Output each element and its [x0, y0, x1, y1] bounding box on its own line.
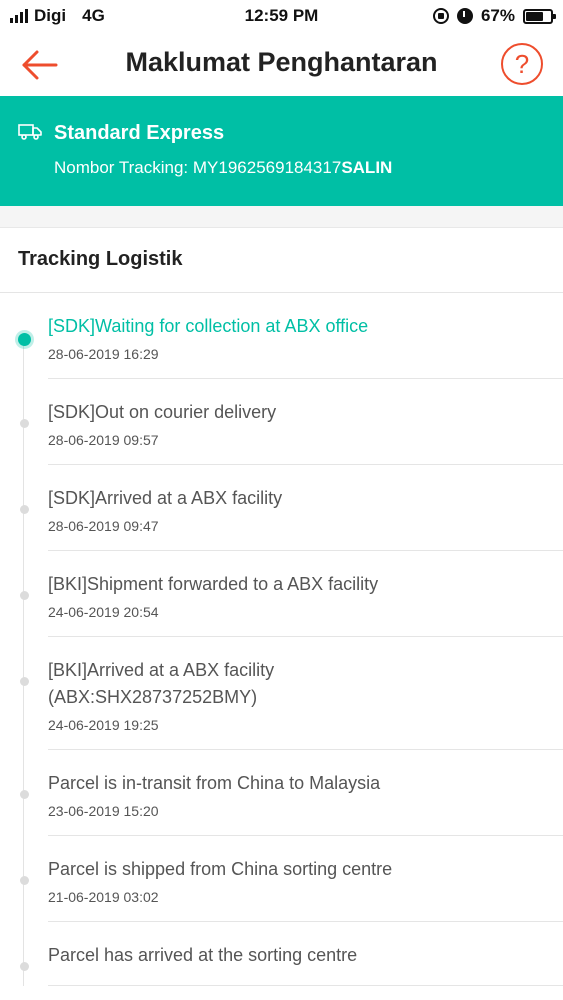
shipping-service-name: Standard Express	[54, 122, 225, 144]
event-status: Parcel has arrived at the sorting centre	[48, 945, 358, 965]
network-type: 4G	[82, 6, 105, 25]
tracking-label: Nombor Tracking:	[54, 158, 193, 177]
timeline-dot-active-icon	[18, 333, 31, 346]
status-right: 67%	[432, 6, 556, 26]
timeline-dot-icon	[20, 505, 29, 514]
logistics-section-title: Tracking Logistik	[18, 248, 183, 270]
timeline-event: [SDK]Waiting for collection at ABX offic…	[18, 293, 563, 379]
event-status: [BKI]Shipment forwarded to a ABX facilit…	[48, 574, 379, 594]
page-title: Maklumat Penghantaran	[125, 47, 438, 77]
timeline-event: Parcel is shipped from China sorting cen…	[20, 836, 563, 922]
battery-icon	[523, 8, 556, 24]
timeline-dot-icon	[20, 419, 29, 428]
status-left: Digi 4G	[10, 6, 105, 26]
timeline-event: [BKI]Shipment forwarded to a ABX facilit…	[20, 551, 563, 637]
status-bar: Digi 4G 12:59 PM 67%	[0, 0, 563, 34]
event-time: 21-06-2019 03:02	[48, 889, 159, 905]
event-status: [SDK]Waiting for collection at ABX offic…	[48, 316, 369, 336]
alarm-icon	[456, 8, 473, 24]
timeline-dot-icon	[20, 962, 29, 971]
event-status: Parcel is in-transit from China to Malay…	[48, 773, 381, 793]
event-time: 23-06-2019 15:20	[48, 803, 159, 819]
tracking-timeline: [SDK]Waiting for collection at ABX offic…	[0, 293, 563, 986]
timeline-dot-icon	[20, 876, 29, 885]
timeline-dot-icon	[20, 591, 29, 600]
event-time: 28-06-2019 09:47	[48, 518, 159, 534]
event-time: 28-06-2019 16:29	[48, 346, 159, 362]
battery-fill	[526, 11, 543, 21]
timeline-event: [BKI]Arrived at a ABX facility (ABX:SHX2…	[20, 637, 563, 750]
back-arrow-icon	[22, 50, 58, 80]
event-status: Parcel is shipped from China sorting cen…	[48, 859, 393, 879]
event-time: 24-06-2019 20:54	[48, 604, 159, 620]
carrier-name: Digi	[34, 6, 67, 25]
app-header: Maklumat Penghantaran ?	[0, 34, 563, 96]
section-separator	[0, 206, 563, 228]
event-status: [BKI]Arrived at a ABX facility (ABX:SHX2…	[48, 660, 275, 707]
orientation-lock-icon	[432, 8, 449, 24]
timeline-event: Parcel has arrived at the sorting centre	[20, 922, 563, 986]
timeline-event: [SDK]Out on courier delivery 28-06-2019 0…	[20, 379, 563, 465]
back-button[interactable]	[20, 46, 60, 84]
timeline-line	[23, 338, 24, 986]
battery-percent: 67%	[480, 6, 515, 25]
truck-icon	[18, 124, 42, 140]
event-status: [SDK]Arrived at a ABX facility	[48, 488, 283, 508]
timeline-dot-icon	[20, 677, 29, 686]
tracking-number: MY1962569184317	[192, 158, 342, 177]
timeline-event: Parcel is in-transit from China to Malay…	[20, 750, 563, 836]
timeline-dot-icon	[20, 790, 29, 799]
signal-icon	[10, 9, 28, 23]
event-time: 24-06-2019 19:25	[48, 717, 159, 733]
shipping-banner: Standard Express Nombor Tracking: MY1962…	[0, 96, 563, 206]
copy-tracking-button[interactable]: SALIN	[341, 158, 392, 177]
tracking-number-line: Nombor Tracking: MY1962569184317SALIN	[54, 158, 392, 178]
timeline-event: [SDK]Arrived at a ABX facility 28-06-2019…	[20, 465, 563, 551]
event-status: [SDK]Out on courier delivery	[48, 402, 277, 422]
help-button[interactable]: ?	[501, 43, 543, 85]
event-time: 28-06-2019 09:57	[48, 432, 159, 448]
